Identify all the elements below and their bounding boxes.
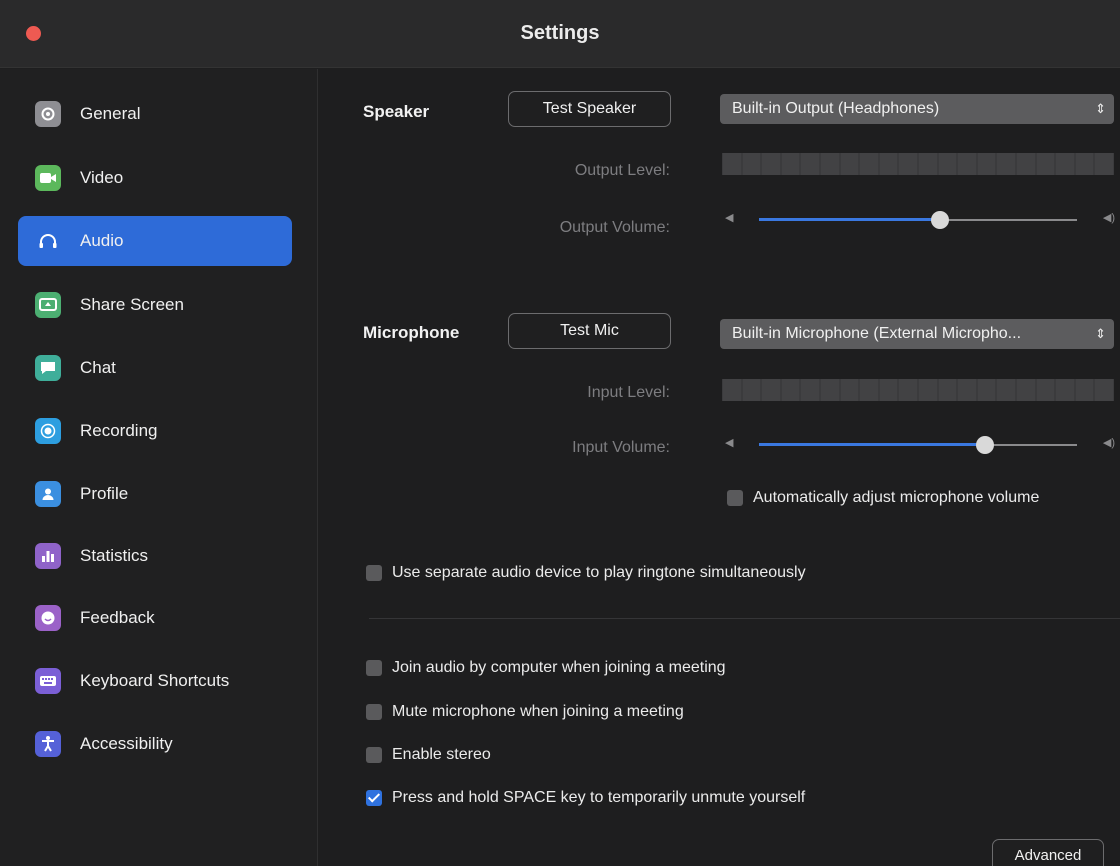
slider-fill [759,218,941,221]
slider-fill [759,443,985,446]
headphones-icon [35,228,61,254]
volume-high-icon: ◀) [1102,437,1115,449]
advanced-button[interactable]: Advanced [992,839,1104,866]
chat-bubble-icon [35,355,61,381]
sidebar-item-label: Profile [80,484,129,503]
chevron-up-down-icon: ⇕ [1095,326,1106,341]
sidebar-item-share-screen[interactable]: Share Screen [18,280,292,330]
slider-thumb[interactable] [931,211,950,229]
volume-low-icon: ◀ [725,437,734,449]
sidebar-item-general[interactable]: General [18,89,292,139]
checkbox-box[interactable] [366,790,382,806]
speaker-device-select[interactable]: Built-in Output (Headphones) ⇕ [720,94,1114,124]
accessibility-icon [35,731,61,757]
sidebar-item-recording[interactable]: Recording [18,406,292,456]
sidebar-item-profile[interactable]: Profile [18,469,292,519]
video-camera-icon [35,165,61,191]
input-volume-slider[interactable]: ◀ ◀) [719,433,1119,457]
section-divider [369,618,1120,619]
speaker-label: Speaker [363,102,430,121]
sidebar-item-video[interactable]: Video [18,153,292,203]
keyboard-icon [35,668,61,694]
sidebar-item-feedback[interactable]: Feedback [18,593,292,643]
test-mic-button[interactable]: Test Mic [508,313,671,349]
mute-mic-label: Mute microphone when joining a meeting [392,703,684,720]
join-audio-checkbox[interactable]: Join audio by computer when joining a me… [366,659,726,677]
audio-settings-panel: Speaker Test Speaker Built-in Output (He… [319,69,1120,866]
sidebar-item-chat[interactable]: Chat [18,343,292,393]
checkbox-box[interactable] [366,747,382,763]
recording-icon [35,418,61,444]
volume-high-icon: ◀) [1102,212,1115,224]
sidebar-item-label: Recording [80,421,158,440]
sidebar-item-label: Audio [80,231,124,250]
sidebar-item-label: Share Screen [80,295,184,314]
checkbox-box[interactable] [366,565,382,581]
sidebar-item-accessibility[interactable]: Accessibility [18,719,292,769]
output-volume-label: Output Volume: [559,219,670,236]
enable-stereo-checkbox[interactable]: Enable stereo [366,746,491,764]
checkbox-box[interactable] [727,490,743,506]
title-bar: Settings [0,0,1120,68]
press-space-unmute-checkbox[interactable]: Press and hold SPACE key to temporarily … [366,789,805,807]
sidebar-item-audio[interactable]: Audio [18,216,292,266]
output-level-label: Output Level: [574,162,670,179]
profile-icon [35,481,61,507]
share-screen-icon [35,292,61,318]
window-title: Settings [520,22,600,44]
sidebar-item-label: General [80,104,141,123]
bar-chart-icon [35,543,61,569]
speaker-device-value: Built-in Output (Headphones) [732,100,940,117]
settings-sidebar: General Video Audio Share Screen Chat Re… [0,69,318,866]
slider-thumb[interactable] [975,436,994,454]
auto-adjust-mic-label: Automatically adjust microphone volume [753,489,1040,506]
press-space-unmute-label: Press and hold SPACE key to temporarily … [392,789,806,806]
checkbox-box[interactable] [366,704,382,720]
microphone-device-value: Built-in Microphone (External Micropho..… [732,325,1022,342]
volume-low-icon: ◀ [725,212,734,224]
output-level-meter [722,153,1114,175]
sidebar-item-keyboard-shortcuts[interactable]: Keyboard Shortcuts [18,656,292,706]
input-level-meter [722,379,1114,401]
sidebar-item-label: Accessibility [80,734,173,753]
input-level-label: Input Level: [587,384,670,401]
auto-adjust-mic-checkbox[interactable]: Automatically adjust microphone volume [727,489,1039,507]
test-speaker-button[interactable]: Test Speaker [508,91,671,127]
input-volume-label: Input Volume: [572,439,670,456]
output-volume-slider[interactable]: ◀ ◀) [719,208,1119,232]
separate-ringtone-device-label: Use separate audio device to play ringto… [392,564,806,581]
sidebar-item-label: Chat [80,358,116,377]
sidebar-item-label: Video [80,168,124,187]
chevron-up-down-icon: ⇕ [1095,101,1106,116]
separate-ringtone-device-checkbox[interactable]: Use separate audio device to play ringto… [366,564,806,582]
sidebar-item-label: Feedback [80,608,155,627]
microphone-label: Microphone [363,323,460,342]
sidebar-item-statistics[interactable]: Statistics [18,531,292,581]
checkbox-box[interactable] [366,660,382,676]
mute-mic-checkbox[interactable]: Mute microphone when joining a meeting [366,703,684,721]
sidebar-item-label: Statistics [80,546,149,565]
join-audio-label: Join audio by computer when joining a me… [392,659,726,676]
microphone-device-select[interactable]: Built-in Microphone (External Micropho..… [720,319,1114,349]
gear-icon [35,101,61,127]
smiley-icon [35,605,61,631]
sidebar-item-label: Keyboard Shortcuts [80,671,230,690]
enable-stereo-label: Enable stereo [392,746,491,763]
